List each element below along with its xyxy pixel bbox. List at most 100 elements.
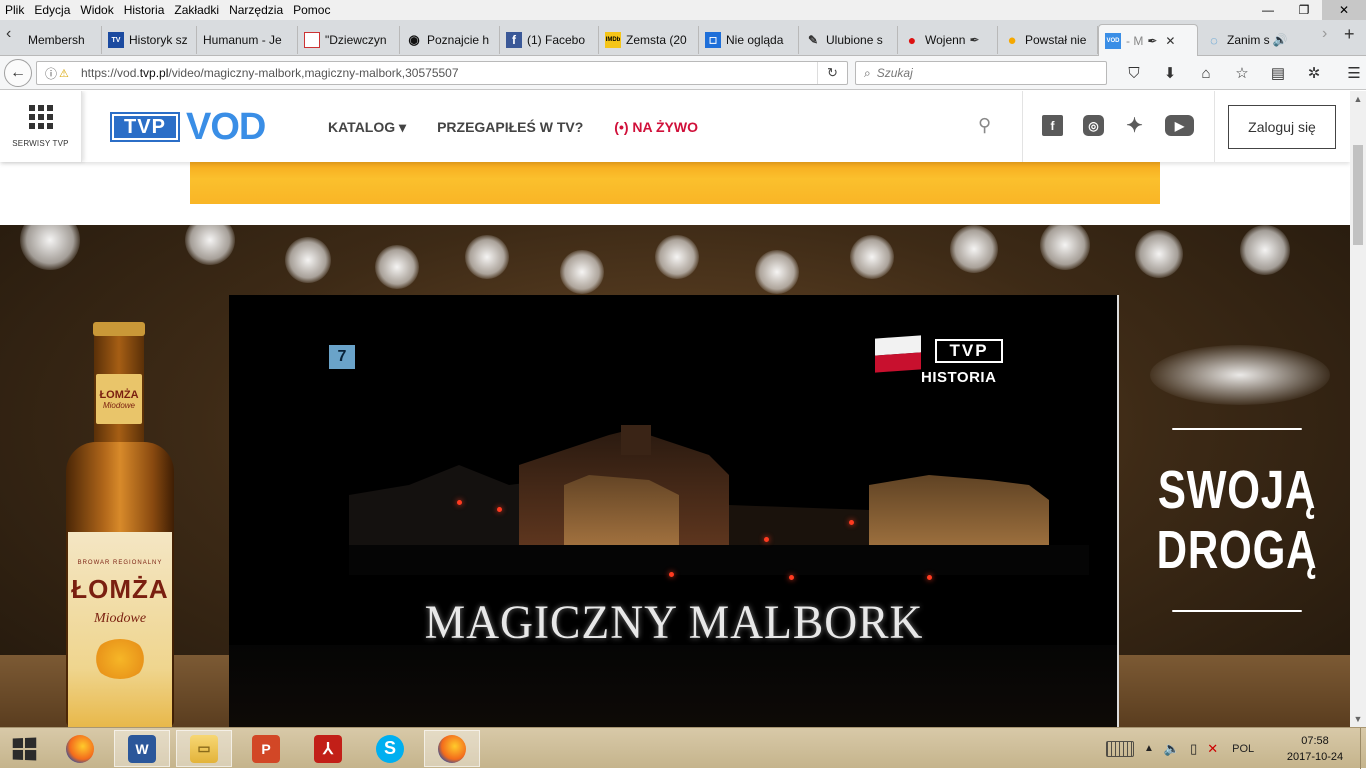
red-light (764, 537, 769, 542)
search-placeholder: Szukaj (876, 66, 913, 80)
main-nav: KATALOG ▾ PRZEGAPIŁEŚ W TV? (•) NA ŻYWO (328, 119, 729, 136)
menu-pomoc[interactable]: Pomoc (288, 3, 335, 17)
logo-vod: VOD (186, 106, 266, 148)
new-tab-icon[interactable]: + (1344, 24, 1355, 45)
menu-edycja[interactable]: Edycja (29, 3, 75, 17)
search-input[interactable]: ⌕ Szukaj (855, 61, 1107, 85)
taskbar-skype[interactable]: S (362, 730, 418, 767)
url-bar[interactable]: ⓘ ⚠ https://vod.tvp.pl/video/magiczny-ma… (36, 61, 848, 85)
language-indicator[interactable]: POL (1232, 743, 1254, 755)
tab-zanim[interactable]: ◌ Zanim s 🔊 (1200, 26, 1300, 54)
lamp-glow (1150, 345, 1330, 405)
touch-keyboard-icon[interactable] (1106, 740, 1134, 757)
tab-label: Poznajcie h (427, 33, 490, 47)
tab-zemsta[interactable]: IMDb Zemsta (20 (599, 26, 699, 54)
tvp-historia-label: HISTORIA (921, 369, 997, 386)
logo-tvp: TVP (110, 112, 180, 142)
extension-icon[interactable]: ✲ (1296, 62, 1332, 84)
bokeh-light (1135, 230, 1183, 278)
menu-plik[interactable]: Plik (0, 3, 29, 17)
tab-nie-ogladaj[interactable]: ◻ Nie ogląda (699, 26, 799, 54)
instagram-icon[interactable]: ◎ (1083, 115, 1104, 136)
nav-na-zywo[interactable]: (•) NA ŻYWO (614, 119, 698, 136)
tab-poznajcie[interactable]: ◉ Poznajcie h (400, 26, 500, 54)
login-button[interactable]: Zaloguj się (1228, 105, 1336, 149)
reload-icon[interactable]: ↻ (817, 62, 847, 84)
clock[interactable]: 07:58 2017-10-24 (1280, 733, 1350, 765)
page-favicon-icon (304, 32, 320, 48)
speaker-icon[interactable]: 🔊 (1273, 33, 1288, 47)
menu-narzedzia[interactable]: Narzędzia (224, 3, 288, 17)
taskbar-firefox[interactable] (52, 730, 108, 767)
facebook-icon[interactable]: f (1042, 115, 1063, 136)
taskbar-explorer[interactable]: ▭ (176, 730, 232, 767)
taskbar-firefox-active[interactable] (424, 730, 480, 767)
home-icon[interactable]: ⌂ (1188, 62, 1224, 84)
tab-ulubione[interactable]: ✎ Ulubione s (799, 26, 898, 54)
bottle-brand: ŁOMŻA (71, 574, 169, 604)
page-scrollbar[interactable]: ▲ ▼ (1350, 91, 1366, 727)
skype-icon: S (376, 734, 404, 763)
bookmark-star-icon[interactable]: ☆ (1224, 62, 1260, 84)
pen-favicon-icon: ✎ (807, 33, 819, 47)
close-window-button[interactable]: ✕ (1322, 0, 1366, 20)
volume-icon[interactable]: 🔈 (1164, 741, 1180, 757)
bokeh-light (655, 235, 699, 279)
tab-wojenn[interactable]: ● Wojenn ✒ (898, 26, 998, 54)
tvp-vod-logo[interactable]: TVP VOD (110, 106, 266, 148)
tab-powstal[interactable]: ● Powstał nie (998, 26, 1098, 54)
info-icon[interactable]: ⓘ (43, 65, 59, 82)
insecure-lock-icon[interactable]: ⚠ (59, 67, 75, 80)
taskbar-powerpoint[interactable]: P (238, 730, 294, 767)
clock-date: 2017-10-24 (1286, 751, 1344, 763)
menu-widok[interactable]: Widok (75, 3, 118, 17)
tab-facebook[interactable]: f (1) Facebo (500, 26, 599, 54)
tab-dziewczyn[interactable]: "Dziewczyn (298, 26, 400, 54)
youtube-icon[interactable]: ▶ (1165, 115, 1194, 136)
restore-button[interactable]: ❐ (1286, 0, 1322, 20)
show-hidden-icons-icon[interactable]: ▲ (1144, 743, 1154, 754)
scroll-down-icon[interactable]: ▼ (1350, 711, 1366, 727)
site-header: SERWISY TVP TVP VOD KATALOG ▾ PRZEGAPIŁE… (0, 91, 1350, 162)
tab-membersh[interactable]: Membersh (22, 26, 102, 54)
video-player[interactable]: 7 TVP HISTORIA MAGICZNY MALBORK (229, 295, 1119, 727)
show-desktop-button[interactable] (1360, 728, 1366, 769)
scroll-up-icon[interactable]: ▲ (1350, 91, 1366, 107)
acrobat-icon: ⅄ (314, 734, 342, 763)
scroll-thumb[interactable] (1353, 145, 1363, 245)
site-search-icon[interactable]: ⚲ (978, 115, 991, 136)
serwisy-tvp-button[interactable]: SERWISY TVP (0, 91, 82, 162)
top-ad-banner[interactable] (190, 162, 1160, 204)
download-icon[interactable]: ⬇ (1152, 62, 1188, 84)
audio-icon[interactable]: ✒ (1147, 34, 1157, 48)
hero-background-ad[interactable]: ŁOMŻA Miodowe BROWAR REGIONALNY ŁOMŻA Mi… (0, 225, 1350, 727)
minimize-button[interactable]: — (1250, 0, 1286, 20)
tabs-scroll-right-icon[interactable]: › (1322, 25, 1327, 43)
tab-magiczny-malbork-active[interactable]: VOD - M ✒ ✕ (1098, 24, 1198, 56)
start-button[interactable] (0, 728, 48, 769)
tabs-scroll-left-icon[interactable]: ‹ (6, 25, 11, 43)
menu-icon[interactable]: ☰ (1336, 62, 1366, 84)
menu-historia[interactable]: Historia (119, 3, 170, 17)
taskbar-word[interactable]: W (114, 730, 170, 767)
taskbar-acrobat[interactable]: ⅄ (300, 730, 356, 767)
mute-icon[interactable]: ✒ (969, 33, 979, 47)
nav-katalog[interactable]: KATALOG ▾ (328, 119, 406, 136)
close-tab-icon[interactable]: ✕ (1165, 34, 1175, 48)
power-icon[interactable]: ▯ (1190, 741, 1197, 757)
nav-przegapiles[interactable]: PRZEGAPIŁEŚ W TV? (437, 119, 583, 136)
tab-label: Zemsta (20 (626, 33, 687, 47)
url-text[interactable]: https://vod.tvp.pl/video/magiczny-malbor… (81, 66, 459, 80)
back-button[interactable]: ← (4, 59, 32, 87)
pocket-icon[interactable]: ⛉ (1116, 62, 1152, 84)
camera-favicon-icon: ◉ (408, 32, 420, 47)
network-icon[interactable]: ✕ (1207, 741, 1218, 757)
tvp-favicon-icon: TV (108, 32, 124, 48)
tab-historyk[interactable]: TV Historyk sz (102, 26, 197, 54)
bokeh-light (465, 235, 509, 279)
twitter-icon[interactable]: ✦ (1124, 115, 1145, 137)
reader-icon[interactable]: ▤ (1260, 62, 1296, 84)
toolbar-icons: ⛉ ⬇ ⌂ ☆ ▤ ✲ ☰ (1116, 62, 1366, 84)
menu-zakladki[interactable]: Zakładki (169, 3, 224, 17)
tab-humanum[interactable]: Humanum - Je (197, 26, 298, 54)
